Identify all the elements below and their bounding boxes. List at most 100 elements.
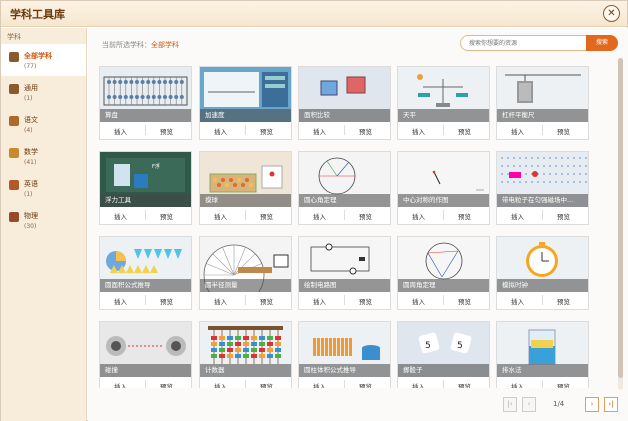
search-button[interactable]: 搜索: [586, 35, 618, 51]
preview-button[interactable]: 预览: [260, 296, 273, 306]
svg-text:F浮: F浮: [152, 163, 160, 170]
preview-button[interactable]: 预览: [260, 381, 273, 388]
tool-card[interactable]: 圆面积公式推导 插入 预览: [99, 236, 192, 310]
sidebar-item-5[interactable]: 物理 (30): [1, 204, 86, 236]
sidebar-item-2[interactable]: 语文 (4): [1, 108, 86, 140]
preview-button[interactable]: 预览: [458, 381, 471, 388]
tool-card[interactable]: 加速度 插入 预览: [199, 66, 292, 140]
tool-actions: 插入 预览: [497, 377, 588, 388]
insert-button[interactable]: 插入: [313, 126, 326, 136]
scroll-thumb[interactable]: [618, 58, 623, 378]
main-panel: 当前所选学科：全部学科 搜索 算盘插入预览加速度插入预览面积比较插入预览天平插入…: [88, 28, 628, 421]
preview-button[interactable]: 预览: [160, 211, 173, 221]
preview-button[interactable]: 预览: [458, 211, 471, 221]
breadcrumb-current[interactable]: 全部学科: [151, 41, 179, 49]
action-divider: [344, 125, 345, 135]
action-divider: [542, 210, 543, 220]
insert-button[interactable]: 插入: [313, 381, 326, 388]
preview-button[interactable]: 预览: [160, 381, 173, 388]
scrollbar[interactable]: [618, 58, 623, 390]
insert-button[interactable]: 插入: [511, 211, 524, 221]
action-divider: [443, 125, 444, 135]
next-page-button[interactable]: ›: [585, 397, 599, 412]
insert-button[interactable]: 插入: [313, 211, 326, 221]
preview-button[interactable]: 预览: [359, 296, 372, 306]
insert-button[interactable]: 插入: [214, 126, 227, 136]
sidebar-item-count: (1): [24, 95, 33, 102]
preview-button[interactable]: 预览: [458, 296, 471, 306]
tool-card[interactable]: 圆心角定理 插入 预览: [298, 151, 391, 225]
tool-title: 算盘: [100, 109, 191, 122]
tool-title: 带电粒子在匀强磁场中...: [497, 194, 588, 207]
tool-card[interactable]: 摸球插入 预览: [199, 151, 292, 225]
tool-title: 圆半径测量: [200, 279, 291, 292]
tool-card[interactable]: 5 5 掷骰子 插入 预览: [397, 321, 490, 388]
preview-button[interactable]: 预览: [458, 126, 471, 136]
insert-button[interactable]: 插入: [412, 381, 425, 388]
insert-button[interactable]: 插入: [313, 296, 326, 306]
tool-card[interactable]: 圆半径测量插入 预览: [199, 236, 292, 310]
search-input[interactable]: [460, 35, 588, 51]
tool-actions: 插入 预览: [200, 207, 291, 224]
preview-button[interactable]: 预览: [557, 381, 570, 388]
insert-button[interactable]: 插入: [511, 381, 524, 388]
insert-button[interactable]: 插入: [114, 211, 127, 221]
sidebar-item-3[interactable]: 数学 (41): [1, 140, 86, 172]
tool-actions: 插入 预览: [497, 292, 588, 309]
insert-button[interactable]: 插入: [412, 126, 425, 136]
sidebar-item-4[interactable]: 英语 (1): [1, 172, 86, 204]
tool-card[interactable]: 带电粒子在匀强磁场中... 插入 预览: [496, 151, 589, 225]
insert-button[interactable]: 插入: [214, 381, 227, 388]
preview-button[interactable]: 预览: [359, 211, 372, 221]
preview-button[interactable]: 预览: [557, 211, 570, 221]
action-divider: [443, 295, 444, 305]
insert-button[interactable]: 插入: [511, 296, 524, 306]
first-page-button[interactable]: |‹: [503, 397, 517, 412]
tool-card[interactable]: 绘制电路图 插入 预览: [298, 236, 391, 310]
prev-page-button[interactable]: ‹: [522, 397, 536, 412]
sidebar-item-label: 数学: [24, 148, 38, 156]
sidebar-item-1[interactable]: 通用 (1): [1, 76, 86, 108]
tool-card[interactable]: 天平 插入 预览: [397, 66, 490, 140]
tool-card[interactable]: F浮 浮力工具 插入 预览: [99, 151, 192, 225]
sidebar-item-count: (4): [24, 127, 33, 134]
tool-card[interactable]: 杠杆平衡尺 插入 预览: [496, 66, 589, 140]
action-divider: [443, 380, 444, 388]
breadcrumb: 当前所选学科：全部学科: [102, 40, 179, 50]
tool-card[interactable]: 模拟时钟 插入 预览: [496, 236, 589, 310]
tool-title: 摸球: [200, 194, 291, 207]
tool-card[interactable]: 排水法 插入 预览: [496, 321, 589, 388]
insert-button[interactable]: 插入: [412, 211, 425, 221]
preview-button[interactable]: 预览: [557, 296, 570, 306]
last-page-button[interactable]: ›|: [604, 397, 618, 412]
tool-title: 面积比较: [299, 109, 390, 122]
preview-button[interactable]: 预览: [557, 126, 570, 136]
preview-button[interactable]: 预览: [260, 211, 273, 221]
svg-text:5: 5: [425, 341, 431, 351]
sidebar-item-0[interactable]: 全部学科 (77): [1, 44, 86, 76]
tool-card[interactable]: 计数器 插入 预览: [199, 321, 292, 388]
insert-button[interactable]: 插入: [114, 381, 127, 388]
preview-button[interactable]: 预览: [160, 296, 173, 306]
close-button[interactable]: ✕: [603, 5, 620, 22]
tool-card[interactable]: 中心对称的作图 插入 预览: [397, 151, 490, 225]
tool-card[interactable]: 算盘插入 预览: [99, 66, 192, 140]
preview-button[interactable]: 预览: [260, 126, 273, 136]
insert-button[interactable]: 插入: [412, 296, 425, 306]
subject-sidebar: 学科 全部学科 (77) 通用 (1) 语文 (4) 数学 (41) 英语 (1) 物理 (30): [1, 28, 87, 421]
tool-card[interactable]: 圆周角定理 插入 预览: [397, 236, 490, 310]
tool-actions: 插入 预览: [200, 122, 291, 139]
preview-button[interactable]: 预览: [359, 126, 372, 136]
sidebar-item-label: 通用: [24, 84, 38, 92]
tool-card[interactable]: 面积比较插入 预览: [298, 66, 391, 140]
insert-button[interactable]: 插入: [214, 296, 227, 306]
insert-button[interactable]: 插入: [114, 296, 127, 306]
insert-button[interactable]: 插入: [114, 126, 127, 136]
insert-button[interactable]: 插入: [214, 211, 227, 221]
insert-button[interactable]: 插入: [511, 126, 524, 136]
preview-button[interactable]: 预览: [160, 126, 173, 136]
tool-card[interactable]: 圆柱体积公式推导 插入 预览: [298, 321, 391, 388]
preview-button[interactable]: 预览: [359, 381, 372, 388]
sidebar-header: 学科: [7, 33, 21, 41]
tool-card[interactable]: 碰撞 插入 预览: [99, 321, 192, 388]
